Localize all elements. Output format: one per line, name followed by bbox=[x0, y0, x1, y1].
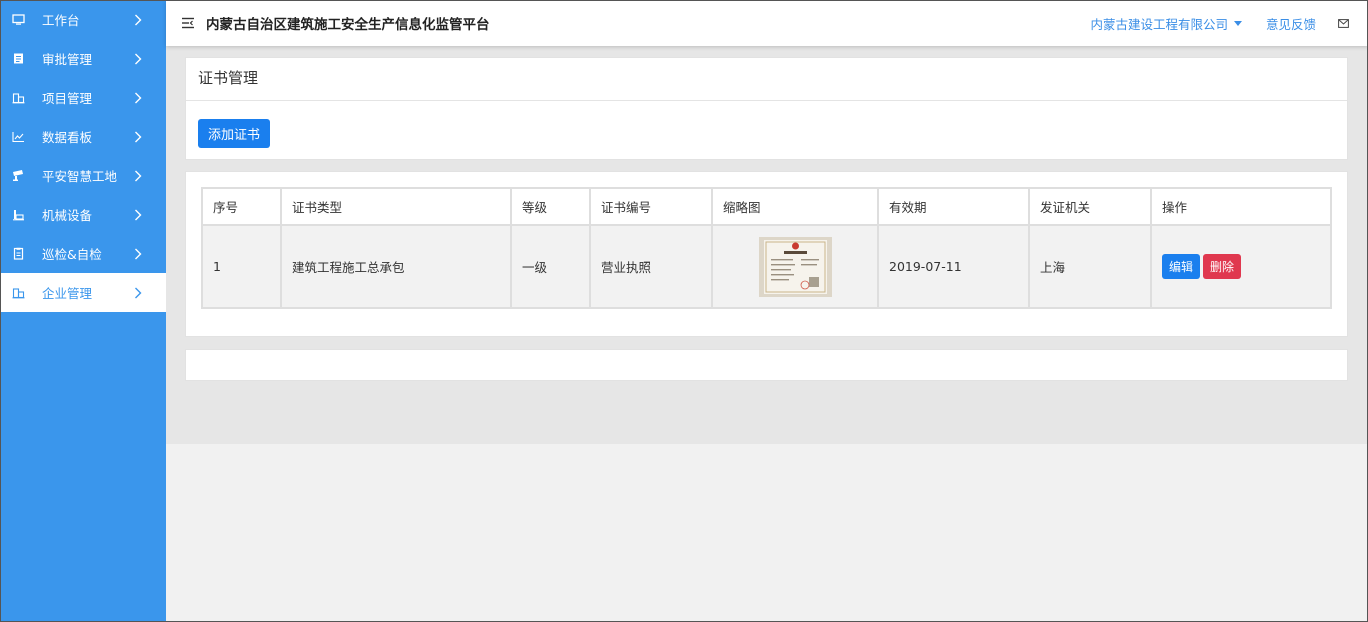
column-header: 发证机关 bbox=[1028, 187, 1152, 226]
chevron-right-icon bbox=[134, 53, 142, 65]
cell-type: 建筑工程施工总承包 bbox=[280, 224, 512, 309]
clipboard-icon bbox=[12, 247, 25, 260]
certificate-thumbnail[interactable] bbox=[759, 236, 832, 297]
chevron-right-icon bbox=[134, 92, 142, 104]
table-header-row: 序号 证书类型 等级 证书编号 缩略图 有效期 发证机关 操作 bbox=[201, 187, 1332, 226]
cell-level: 一级 bbox=[510, 224, 591, 309]
chevron-right-icon bbox=[134, 131, 142, 143]
app-title: 内蒙古自治区建筑施工安全生产信息化监管平台 bbox=[206, 17, 490, 33]
sidebar-item-label: 审批管理 bbox=[42, 52, 93, 67]
cell-number: 营业执照 bbox=[589, 224, 713, 309]
sidebar-item-label: 数据看板 bbox=[42, 130, 93, 145]
cell-expiry: 2019-07-11 bbox=[877, 224, 1030, 309]
document-icon bbox=[12, 52, 25, 65]
camera-icon bbox=[12, 169, 25, 182]
certificate-header-card: 证书管理 添加证书 bbox=[185, 57, 1348, 160]
cell-actions: 编辑 删除 bbox=[1150, 224, 1332, 309]
page-title: 证书管理 bbox=[186, 58, 1347, 101]
top-header: 内蒙古自治区建筑施工安全生产信息化监管平台 内蒙古建设工程有限公司 意见反馈 bbox=[166, 0, 1368, 46]
sidebar-item-enterprise[interactable]: 企业管理 bbox=[0, 273, 166, 312]
sidebar-item-label: 工作台 bbox=[42, 13, 80, 28]
building-icon bbox=[12, 286, 25, 299]
cell-index: 1 bbox=[201, 224, 282, 309]
certificate-table-card: 序号 证书类型 等级 证书编号 缩略图 有效期 发证机关 操作 1 建筑工程施工… bbox=[185, 171, 1348, 337]
main-content: 证书管理 添加证书 序号 证书类型 等级 证书编号 缩略图 有效期 发证机关 操… bbox=[166, 46, 1368, 444]
menu-toggle-icon[interactable] bbox=[181, 16, 195, 30]
column-header: 缩略图 bbox=[711, 187, 879, 226]
chevron-right-icon bbox=[134, 209, 142, 221]
chevron-right-icon bbox=[134, 14, 142, 26]
page-background bbox=[166, 444, 1368, 622]
delete-button[interactable]: 删除 bbox=[1203, 254, 1242, 279]
column-header: 操作 bbox=[1150, 187, 1332, 226]
feedback-link[interactable]: 意见反馈 bbox=[1266, 14, 1316, 33]
sidebar-item-smart-site[interactable]: 平安智慧工地 bbox=[0, 156, 166, 195]
monitor-icon bbox=[12, 13, 25, 26]
sidebar-item-label: 机械设备 bbox=[42, 208, 93, 223]
sidebar-item-workbench[interactable]: 工作台 bbox=[0, 0, 166, 39]
sidebar-item-projects[interactable]: 项目管理 bbox=[0, 78, 166, 117]
sidebar-item-label: 企业管理 bbox=[42, 286, 93, 301]
column-header: 序号 bbox=[201, 187, 282, 226]
machine-icon bbox=[12, 208, 25, 221]
sidebar-item-inspection[interactable]: 巡检&自检 bbox=[0, 234, 166, 273]
table-row: 1 建筑工程施工总承包 一级 营业执照 2019-07-11 上海 编辑 删除 bbox=[201, 224, 1332, 309]
chevron-right-icon bbox=[134, 248, 142, 260]
column-header: 有效期 bbox=[877, 187, 1030, 226]
column-header: 等级 bbox=[510, 187, 591, 226]
cell-thumbnail bbox=[711, 224, 879, 309]
sidebar: 工作台 审批管理 项目管理 数据看板 平安智慧工地 机械设备 巡检&自检 企业管… bbox=[0, 0, 166, 622]
caret-down-icon bbox=[1233, 20, 1242, 26]
sidebar-item-approval[interactable]: 审批管理 bbox=[0, 39, 166, 78]
company-name: 内蒙古建设工程有限公司 bbox=[1090, 16, 1228, 32]
sidebar-item-label: 项目管理 bbox=[42, 91, 93, 106]
edit-button[interactable]: 编辑 bbox=[1162, 254, 1201, 279]
certificate-table: 序号 证书类型 等级 证书编号 缩略图 有效期 发证机关 操作 1 建筑工程施工… bbox=[201, 187, 1332, 309]
sidebar-item-label: 平安智慧工地 bbox=[42, 169, 118, 184]
cell-authority: 上海 bbox=[1028, 224, 1152, 309]
column-header: 证书类型 bbox=[280, 187, 512, 226]
company-dropdown[interactable]: 内蒙古建设工程有限公司 bbox=[1090, 14, 1242, 33]
chevron-right-icon bbox=[134, 170, 142, 182]
sidebar-item-label: 巡检&自检 bbox=[42, 247, 102, 262]
sidebar-item-dashboard[interactable]: 数据看板 bbox=[0, 117, 166, 156]
column-header: 证书编号 bbox=[589, 187, 713, 226]
chevron-right-icon bbox=[134, 287, 142, 299]
chart-icon bbox=[12, 130, 25, 143]
mail-icon[interactable] bbox=[1338, 18, 1350, 28]
sidebar-item-machinery[interactable]: 机械设备 bbox=[0, 195, 166, 234]
empty-card bbox=[185, 349, 1348, 381]
building-icon bbox=[12, 91, 25, 104]
add-certificate-button[interactable]: 添加证书 bbox=[198, 119, 271, 148]
